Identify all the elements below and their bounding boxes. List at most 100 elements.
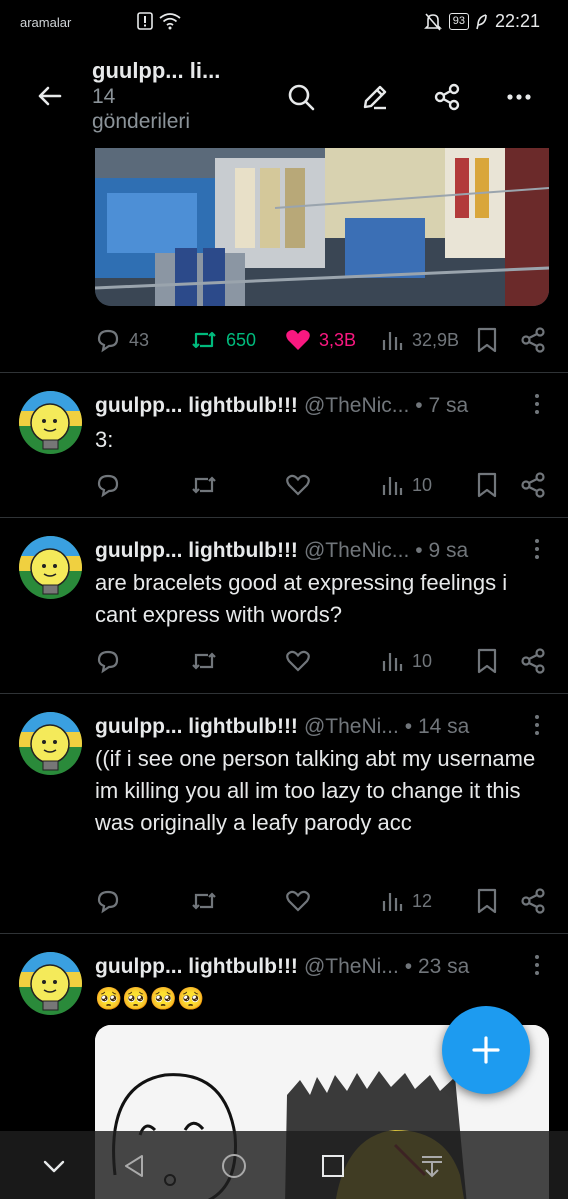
view-count: 10 [412, 474, 433, 495]
tweet-actions: 12 [95, 886, 555, 916]
compose-fab-button[interactable] [442, 1006, 530, 1094]
repost-icon[interactable] [190, 888, 218, 914]
more-icon[interactable] [532, 713, 542, 737]
bookmark-icon[interactable] [475, 888, 499, 914]
reply-icon[interactable] [95, 888, 121, 914]
tweet-time: • 23 sa [404, 955, 470, 978]
tweet-header: guulpp... lightbulb!!! @TheNic... • 9 sa [95, 539, 468, 563]
tweet-item[interactable]: guulpp... lightbulb!!! @TheNic... • 9 sa… [0, 517, 568, 693]
author-name[interactable]: guulpp... lightbulb!!! [95, 394, 298, 418]
like-icon[interactable] [285, 649, 311, 673]
mute-bell-icon [423, 12, 442, 31]
avatar[interactable] [19, 391, 82, 454]
views-icon [382, 893, 403, 911]
search-icon[interactable] [286, 82, 316, 112]
wifi-icon [159, 13, 181, 30]
carrier-label: aramalar [20, 15, 72, 30]
view-count: 12 [412, 890, 433, 911]
status-left-icons [137, 12, 181, 30]
lightbulb-avatar-image [19, 952, 82, 1015]
like-button[interactable]: 3,3B [285, 328, 356, 352]
bookmark-icon[interactable] [475, 472, 499, 498]
share-icon[interactable] [432, 82, 462, 112]
back-arrow-icon[interactable] [34, 81, 64, 111]
like-icon [286, 330, 310, 350]
reply-button[interactable]: 43 [95, 327, 149, 353]
tweet-header: guulpp... lightbulb!!! @TheNi... • 14 sa [95, 715, 469, 739]
like-icon[interactable] [285, 473, 311, 497]
clock: 22:21 [494, 11, 540, 31]
avatar[interactable] [19, 536, 82, 599]
share-icon[interactable] [520, 648, 546, 674]
chevron-down-icon[interactable] [39, 1151, 69, 1181]
more-icon[interactable] [532, 392, 542, 416]
view-count: 32,9B [412, 329, 460, 350]
alert-sim-icon [137, 12, 153, 30]
share-icon[interactable] [520, 472, 546, 498]
tweet-text: 3: [95, 427, 114, 452]
edit-icon[interactable] [360, 82, 390, 112]
more-icon[interactable] [532, 537, 542, 561]
repost-icon[interactable] [190, 648, 218, 674]
author-handle[interactable]: @TheNic... [304, 539, 409, 563]
post-count-label: gönderileri [92, 110, 191, 133]
avatar[interactable] [19, 952, 82, 1015]
nav-recents-icon[interactable] [318, 1151, 348, 1181]
avatar[interactable] [19, 712, 82, 775]
system-nav-bar [0, 1131, 568, 1199]
tweet-item[interactable]: guulpp... lightbulb!!! @TheNic... • 7 sa… [0, 372, 568, 517]
leaf-icon [476, 13, 487, 29]
nav-home-icon[interactable] [219, 1151, 249, 1181]
post-count-number: 14 [92, 85, 116, 108]
tweet-actions: 10 [95, 470, 555, 500]
store-shelf-photo [95, 148, 549, 306]
tweet-header: guulpp... lightbulb!!! @TheNic... • 7 sa [95, 394, 468, 418]
tweet-actions: 10 [95, 646, 555, 676]
tweet-media-image[interactable] [95, 148, 549, 306]
more-icon[interactable] [504, 82, 534, 112]
more-icon[interactable] [532, 953, 542, 977]
views-button[interactable]: 32,9B [380, 328, 459, 352]
page-title: guulpp... li... [92, 58, 221, 83]
battery-indicator: 93 [448, 13, 469, 30]
views-icon [382, 477, 403, 495]
views-button[interactable]: 10 [380, 473, 432, 497]
tweet-text: ((if i see one person talking abt my use… [95, 746, 536, 835]
like-count: 3,3B [319, 329, 357, 350]
bookmark-icon[interactable] [475, 648, 499, 674]
top-tweet-actions: 43 650 3,3B 32,9B [95, 325, 555, 355]
notification-shade-icon[interactable] [417, 1151, 447, 1181]
repost-icon[interactable] [190, 472, 218, 498]
post-count: 14 gönderileri [92, 84, 222, 134]
repost-count: 650 [226, 329, 257, 350]
author-name[interactable]: guulpp... lightbulb!!! [95, 955, 298, 979]
reply-icon [97, 329, 119, 353]
lightbulb-avatar-image [19, 391, 82, 454]
view-count: 10 [412, 650, 433, 671]
reply-icon[interactable] [95, 472, 121, 498]
views-icon [382, 653, 403, 671]
views-button[interactable]: 12 [380, 889, 432, 913]
author-name[interactable]: guulpp... lightbulb!!! [95, 539, 298, 563]
reply-icon[interactable] [95, 648, 121, 674]
repost-button[interactable]: 650 [190, 327, 256, 353]
share-icon[interactable] [520, 327, 546, 353]
author-name[interactable]: guulpp... lightbulb!!! [95, 715, 298, 739]
author-handle[interactable]: @TheNi... [304, 715, 399, 739]
bookmark-icon[interactable] [475, 327, 499, 353]
nav-back-icon[interactable] [120, 1151, 150, 1181]
like-icon[interactable] [285, 889, 311, 913]
author-handle[interactable]: @TheNic... [304, 394, 409, 418]
tweet-time: • 7 sa [415, 394, 469, 417]
views-icon [382, 332, 403, 350]
lightbulb-avatar-image [19, 536, 82, 599]
tweet-time: • 14 sa [404, 715, 470, 738]
reply-count: 43 [129, 329, 150, 350]
tweet-item[interactable]: guulpp... lightbulb!!! @TheNi... • 14 sa… [0, 693, 568, 933]
author-handle[interactable]: @TheNi... [304, 955, 399, 979]
share-icon[interactable] [520, 888, 546, 914]
plus-icon [472, 1036, 500, 1064]
tweet-time: • 9 sa [415, 539, 469, 562]
status-bar: aramalar 93 22:21 [0, 0, 568, 48]
views-button[interactable]: 10 [380, 649, 432, 673]
